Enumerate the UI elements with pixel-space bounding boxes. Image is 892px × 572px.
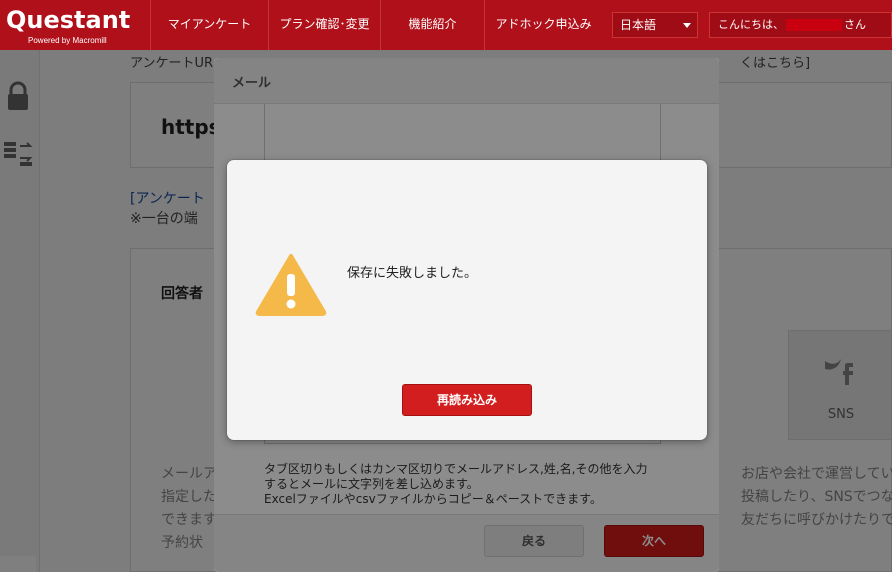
language-value: 日本語 (620, 18, 657, 32)
redacted-username (786, 19, 842, 31)
greeting-suffix: さん (844, 18, 866, 31)
error-dialog: 保存に失敗しました。 再読み込み (227, 160, 707, 440)
top-navigation-bar: Questant Powered by Macromill マイアンケート プラ… (0, 0, 892, 50)
nav-my-survey[interactable]: マイアンケート (150, 0, 268, 50)
nav-adhoc[interactable]: アドホック申込み (484, 0, 602, 50)
warning-icon (255, 254, 327, 316)
nav-features[interactable]: 機能紹介 (380, 0, 484, 50)
chevron-down-icon (683, 23, 691, 28)
nav-plan[interactable]: プラン確認･変更 (268, 0, 380, 50)
language-select[interactable]: 日本語 (612, 12, 698, 38)
error-message: 保存に失敗しました。 (347, 266, 478, 281)
logo-subtitle: Powered by Macromill (28, 36, 107, 45)
greeting-prefix: こんにちは、 (718, 18, 784, 31)
questant-logo[interactable]: Questant Powered by Macromill (0, 0, 150, 50)
reload-button[interactable]: 再読み込み (402, 384, 532, 416)
logo-text: Questant (6, 6, 131, 34)
user-greeting[interactable]: こんにちは、 さん (709, 12, 892, 38)
